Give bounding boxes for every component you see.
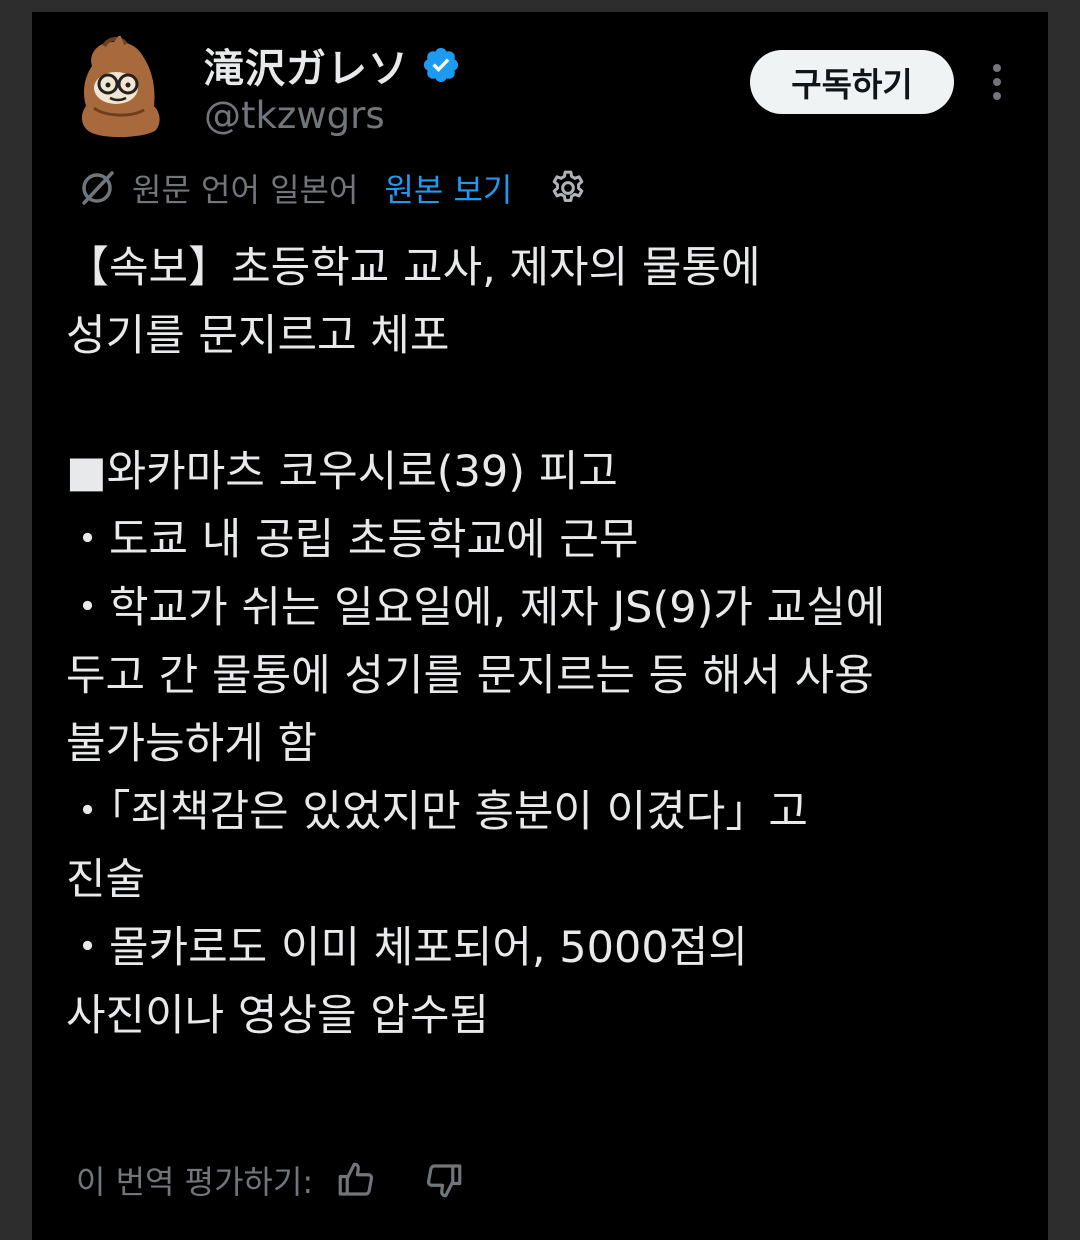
user-handle[interactable]: @tkzwgrs: [204, 94, 385, 137]
tweet-text: 【속보】초등학교 교사, 제자의 물통에 성기를 문지르고 체포 ■와카마츠 코…: [66, 243, 886, 1041]
source-language-label: 원문 언어 일본어: [132, 171, 359, 209]
thumbs-down-icon[interactable]: [423, 1159, 465, 1201]
user-avatar[interactable]: [74, 36, 164, 140]
verified-badge-icon: [423, 47, 459, 83]
gear-icon[interactable]: [548, 168, 588, 208]
rate-translation-label: 이 번역 평가하기:: [76, 1163, 314, 1201]
more-vertical-icon[interactable]: [980, 58, 1014, 106]
display-name[interactable]: 滝沢ガレソ: [204, 36, 409, 94]
translate-slash-icon: [82, 171, 114, 205]
display-name-row[interactable]: 滝沢ガレソ: [204, 38, 461, 92]
thumbs-up-icon[interactable]: [335, 1159, 377, 1201]
translation-bar: 원문 언어 일본어 원본 보기: [76, 162, 588, 214]
show-original-link[interactable]: 원본 보기: [384, 165, 512, 211]
subscribe-button[interactable]: 구독하기: [750, 50, 954, 114]
rate-translation-row: 이 번역 평가하기:: [76, 1152, 465, 1208]
